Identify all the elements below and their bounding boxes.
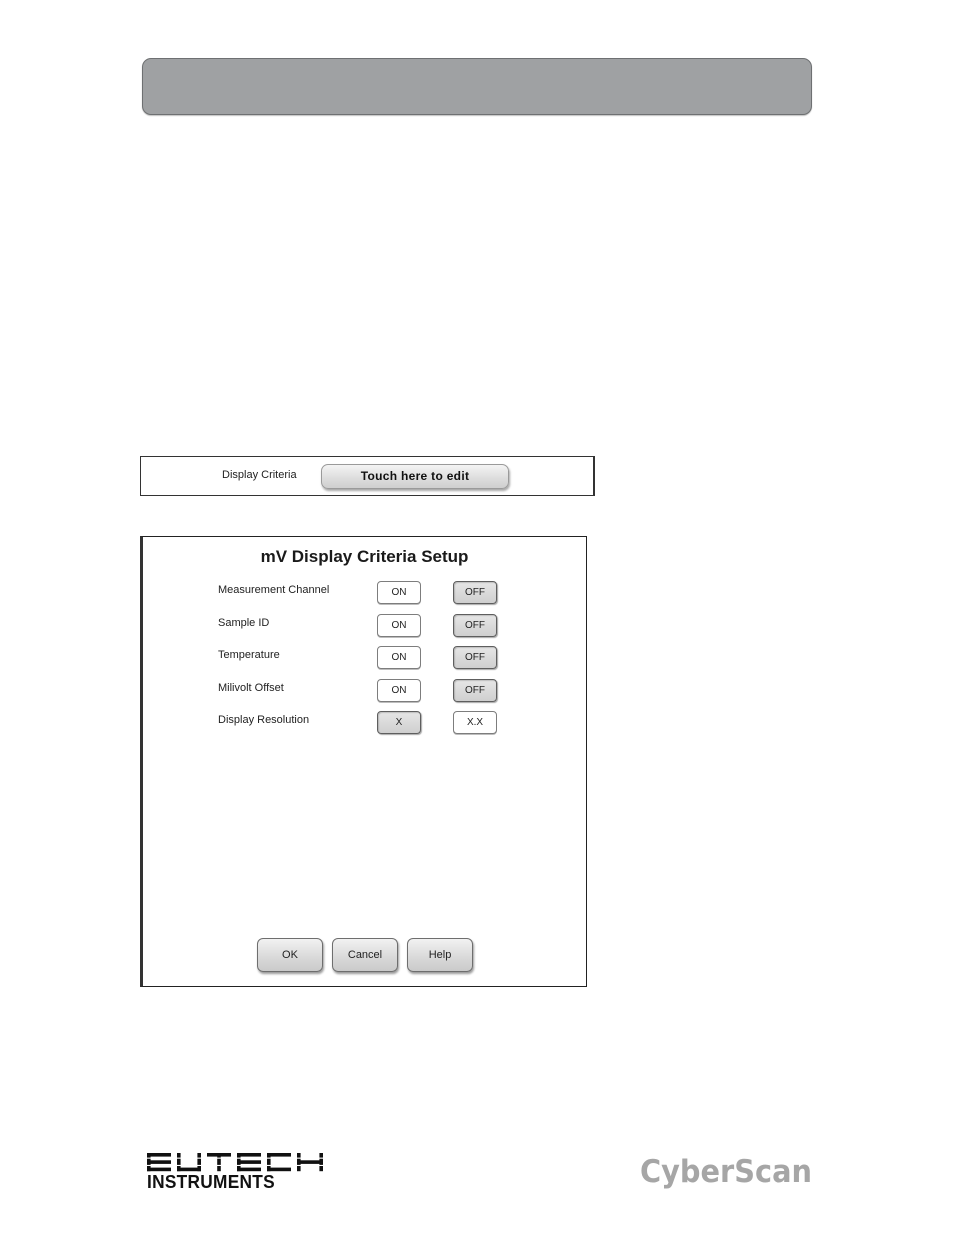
resolution-xx-button[interactable]: X.X bbox=[453, 711, 497, 734]
row-label-measurement-channel: Measurement Channel bbox=[218, 584, 330, 596]
eutech-wordmark bbox=[147, 1153, 327, 1172]
row-label-sample-id: Sample ID bbox=[218, 617, 270, 629]
milivolt-offset-off-button[interactable]: OFF bbox=[453, 679, 497, 702]
sample-id-off-button[interactable]: OFF bbox=[453, 614, 497, 637]
help-button[interactable]: Help bbox=[407, 938, 473, 972]
display-criteria-label: Display Criteria bbox=[222, 469, 297, 481]
row-label-milivolt-offset: Milivolt Offset bbox=[218, 682, 284, 694]
measurement-channel-on-button[interactable]: ON bbox=[377, 581, 421, 604]
cyberscan-logo-text: CyberScan bbox=[640, 1154, 812, 1190]
eutech-instruments-logo: INSTRUMENTS bbox=[147, 1152, 327, 1192]
eutech-subtitle: INSTRUMENTS bbox=[147, 1172, 275, 1192]
dialog-title: mV Display Criteria Setup bbox=[260, 547, 469, 566]
milivolt-offset-on-button[interactable]: ON bbox=[377, 679, 421, 702]
sample-id-on-button[interactable]: ON bbox=[377, 614, 421, 637]
cyberscan-logo: CyberScan bbox=[640, 1154, 812, 1190]
temperature-on-button[interactable]: ON bbox=[377, 646, 421, 669]
header-bar bbox=[142, 58, 812, 115]
mv-display-criteria-dialog: mV Display Criteria Setup Measurement Ch… bbox=[140, 536, 587, 987]
cancel-button[interactable]: Cancel bbox=[332, 938, 398, 972]
touch-to-edit-button[interactable]: Touch here to edit bbox=[321, 464, 509, 489]
row-label-display-resolution: Display Resolution bbox=[218, 714, 310, 726]
measurement-channel-off-button[interactable]: OFF bbox=[453, 581, 497, 604]
ok-button[interactable]: OK bbox=[257, 938, 323, 972]
temperature-off-button[interactable]: OFF bbox=[453, 646, 497, 669]
row-label-temperature: Temperature bbox=[218, 649, 280, 661]
display-criteria-strip: Display Criteria Touch here to edit bbox=[140, 456, 595, 496]
resolution-x-button[interactable]: X bbox=[377, 711, 421, 734]
